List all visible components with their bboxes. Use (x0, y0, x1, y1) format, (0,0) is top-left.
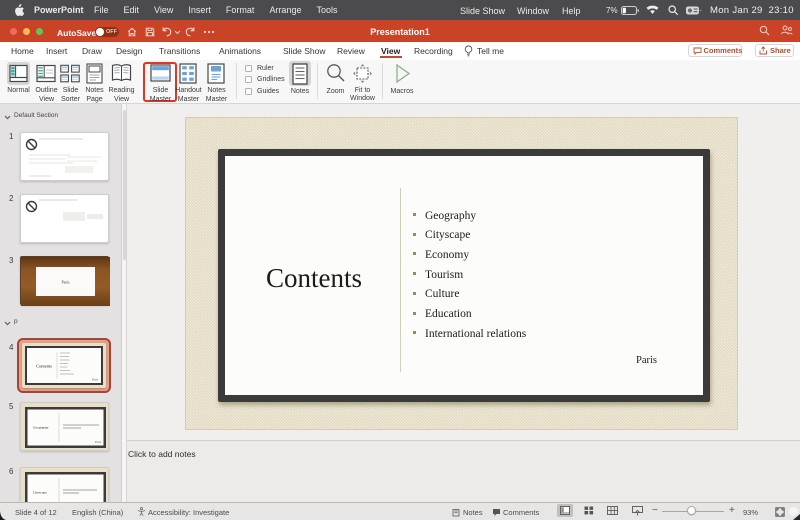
svg-text:Paris: Paris (92, 378, 99, 382)
svg-text:Geography: Geography (33, 426, 49, 430)
svg-text:Cityscape: Cityscape (33, 491, 47, 495)
svg-text:Contents: Contents (36, 364, 52, 369)
svg-text:Paris: Paris (62, 280, 70, 285)
svg-text:Paris: Paris (95, 440, 102, 444)
